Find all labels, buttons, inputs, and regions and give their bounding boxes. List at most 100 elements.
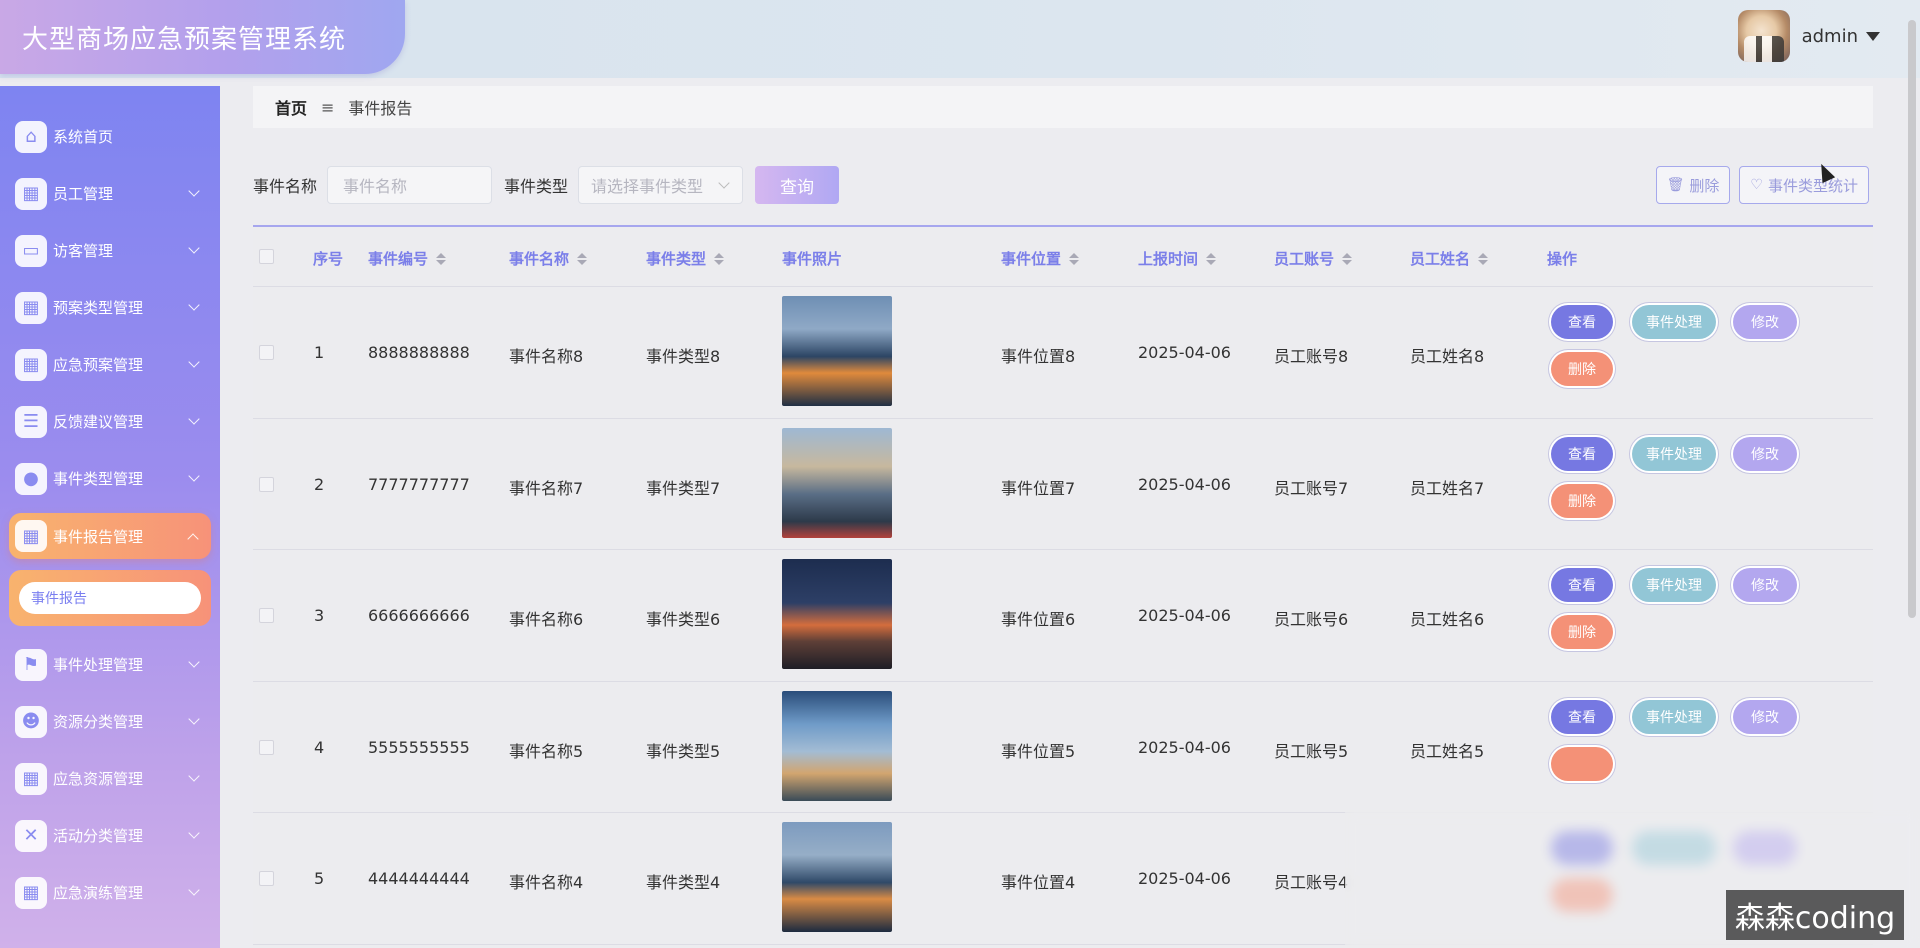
page-scrollbar[interactable] xyxy=(1908,20,1916,618)
row-checkbox[interactable] xyxy=(259,739,274,755)
cell-type: 事件类型4 xyxy=(646,873,721,892)
event-photo[interactable] xyxy=(782,690,892,801)
cell-location: 事件位置7 xyxy=(1001,478,1076,498)
sort-icon[interactable] xyxy=(714,252,725,265)
edit-button[interactable]: 修改 xyxy=(1733,305,1797,339)
sidebar-item-label: 资源分类管理 xyxy=(53,713,144,731)
sidebar-item-visitor[interactable]: ▭ 访客管理 xyxy=(0,222,220,279)
col-name[interactable]: 事件名称 xyxy=(509,248,588,269)
sidebar-item-emergency-plan[interactable]: ▦ 应急预案管理 xyxy=(0,336,220,393)
cell-staff: 员工姓名6 xyxy=(1410,610,1485,629)
chevron-down-icon xyxy=(188,884,200,896)
cell-time: 2025-04-06 xyxy=(1138,474,1231,494)
handle-button[interactable]: 事件处理 xyxy=(1632,568,1716,602)
batch-delete-button[interactable]: 🗑 删除 xyxy=(1655,166,1731,204)
chevron-down-icon xyxy=(188,242,200,254)
view-button[interactable]: 查看 xyxy=(1551,699,1613,734)
view-button[interactable]: 查看 xyxy=(1551,436,1613,471)
event-type-select[interactable]: 请选择事件类型 xyxy=(578,166,744,204)
cell-name: 事件名称8 xyxy=(509,347,584,366)
view-button[interactable]: 查看 xyxy=(1551,305,1613,339)
row-checkbox[interactable] xyxy=(259,345,274,360)
col-time[interactable]: 上报时间 xyxy=(1138,248,1217,269)
heart-icon: ♡ xyxy=(1750,177,1763,193)
sidebar-item-event-handle[interactable]: ⚑ 事件处理管理 xyxy=(0,636,220,693)
edit-button[interactable]: 修改 xyxy=(1733,568,1797,602)
sort-icon[interactable] xyxy=(577,252,588,265)
cell-index: 5 xyxy=(314,869,325,888)
event-type-stats-button[interactable]: ♡ 事件类型统计 xyxy=(1739,166,1869,204)
sort-icon[interactable] xyxy=(1342,252,1353,265)
sidebar-item-activity-category[interactable]: ✕ 活动分类管理 xyxy=(0,807,220,864)
sidebar-item-resource-category[interactable]: ☻ 资源分类管理 xyxy=(0,693,220,750)
cell-location: 事件位置8 xyxy=(1001,347,1076,366)
cell-location: 事件位置6 xyxy=(1001,610,1076,629)
sort-icon[interactable] xyxy=(436,252,447,265)
col-staff[interactable]: 员工姓名 xyxy=(1410,248,1489,269)
sort-icon[interactable] xyxy=(1206,252,1217,265)
cell-index: 1 xyxy=(314,343,325,362)
sidebar-subitem-event-report[interactable]: 事件报告 xyxy=(19,582,201,614)
row-checkbox[interactable] xyxy=(259,608,274,623)
select-all-checkbox[interactable] xyxy=(259,249,274,264)
event-photo[interactable] xyxy=(782,296,892,406)
delete-button[interactable]: 删除 xyxy=(1551,615,1613,649)
event-photo[interactable] xyxy=(782,427,892,538)
row-checkbox[interactable] xyxy=(259,871,274,886)
breadcrumb-home[interactable]: 首页 xyxy=(275,95,307,119)
user-name[interactable]: admin xyxy=(1802,26,1858,47)
sidebar-item-plan-type[interactable]: ▦ 预案类型管理 xyxy=(0,279,220,336)
event-name-input[interactable]: 事件名称 xyxy=(327,166,493,204)
cell-staff: 员工姓名8 xyxy=(1410,347,1485,366)
grid-icon: ▦ xyxy=(15,177,47,210)
cell-code: 4444444444 xyxy=(368,869,470,888)
query-button[interactable]: 查询 xyxy=(755,166,840,204)
delete-button[interactable]: 删除 xyxy=(1551,352,1613,386)
cell-name: 事件名称4 xyxy=(509,873,584,892)
user-menu[interactable]: admin xyxy=(1737,10,1880,62)
handle-button[interactable]: 事件处理 xyxy=(1632,699,1716,734)
trash-icon: 🗑 xyxy=(1666,177,1685,193)
edit-button[interactable]: 修改 xyxy=(1733,436,1797,471)
list-icon: ☰ xyxy=(15,405,47,438)
handle-button[interactable]: 事件处理 xyxy=(1632,436,1716,471)
sidebar-item-drill[interactable]: ▦ 应急演练管理 xyxy=(0,864,220,921)
view-button[interactable]: 查看 xyxy=(1551,568,1613,602)
delete-button[interactable] xyxy=(1551,746,1613,781)
event-photo[interactable] xyxy=(782,822,892,932)
chevron-down-icon xyxy=(188,356,200,368)
event-photo[interactable] xyxy=(782,559,892,669)
delete-button[interactable]: 删除 xyxy=(1551,483,1613,518)
sort-icon[interactable] xyxy=(1478,252,1489,265)
bulb-icon: ● xyxy=(15,462,47,495)
event-name-label: 事件名称 xyxy=(253,177,318,196)
sidebar: ⌂ 系统首页 ▦ 员工管理 ▭ 访客管理 ▦ 预案类型管理 ▦ 应急预案管理 ☰… xyxy=(0,86,220,948)
handle-button[interactable]: 事件处理 xyxy=(1632,305,1716,339)
sidebar-item-event-type[interactable]: ● 事件类型管理 xyxy=(0,450,220,507)
sidebar-submenu: 事件报告 xyxy=(9,570,211,626)
edit-button[interactable]: 修改 xyxy=(1733,699,1797,734)
cell-type: 事件类型7 xyxy=(646,478,721,498)
grid-icon: ▦ xyxy=(15,876,47,909)
search-bar: 事件名称 事件名称 事件类型 请选择事件类型 查询 🗑 删除 ♡ 事件类型统计 xyxy=(253,166,1873,204)
col-account[interactable]: 员工账号 xyxy=(1274,248,1353,269)
sidebar-item-emergency-resource[interactable]: ▦ 应急资源管理 xyxy=(0,750,220,807)
sort-icon[interactable] xyxy=(1069,252,1080,265)
row-checkbox[interactable] xyxy=(259,476,274,492)
batch-delete-label: 删除 xyxy=(1689,176,1720,195)
sidebar-item-label: 应急预案管理 xyxy=(53,356,144,374)
sidebar-item-event-report[interactable]: ▦ 事件报告管理 xyxy=(9,513,211,559)
caret-down-icon[interactable] xyxy=(1866,31,1880,41)
sidebar-item-home[interactable]: ⌂ 系统首页 xyxy=(0,108,220,165)
chevron-down-icon xyxy=(188,656,200,668)
home-icon: ⌂ xyxy=(15,120,47,153)
sidebar-item-feedback[interactable]: ☰ 反馈建议管理 xyxy=(0,393,220,450)
sidebar-item-staff[interactable]: ▦ 员工管理 xyxy=(0,165,220,222)
col-location[interactable]: 事件位置 xyxy=(1001,248,1080,269)
avatar[interactable] xyxy=(1737,10,1790,62)
col-type[interactable]: 事件类型 xyxy=(646,248,725,269)
table-header: 序号 事件编号 事件名称 事件类型 事件照片 事件位置 上报时间 员工账号 员工… xyxy=(253,227,1873,287)
cell-index: 4 xyxy=(314,737,325,757)
breadcrumb: 首页 ≡ 事件报告 xyxy=(253,86,1873,128)
col-code[interactable]: 事件编号 xyxy=(368,248,447,269)
